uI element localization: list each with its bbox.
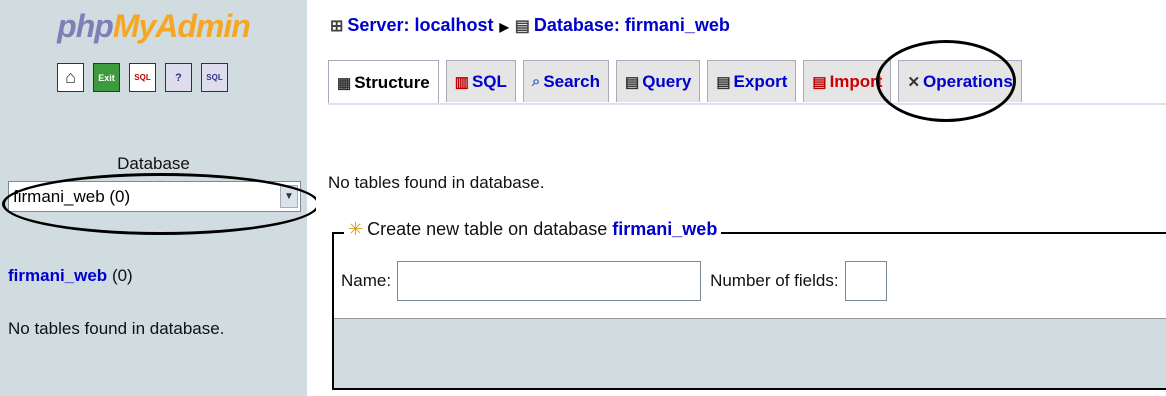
sidebar-iconbar: ⌂ Exit SQL ? SQL: [57, 63, 228, 92]
home-icon[interactable]: ⌂: [57, 63, 84, 92]
tab-operations[interactable]: ✕ Operations: [898, 60, 1022, 102]
import-icon: ▤: [812, 73, 827, 91]
breadcrumb-separator: ▶: [499, 20, 509, 34]
operations-icon: ✕: [907, 73, 921, 91]
number-of-fields-input[interactable]: [844, 261, 887, 301]
search-icon: ⌕: [531, 73, 541, 90]
breadcrumb-server[interactable]: Server: localhost: [347, 15, 493, 35]
tab-sql[interactable]: ▥ SQL: [445, 60, 516, 102]
tab-underline: [328, 103, 1166, 105]
sql-docs-icon[interactable]: SQL: [201, 63, 228, 92]
sidebar-db-count: (0): [111, 266, 133, 285]
tab-import[interactable]: ▤ Import: [803, 60, 892, 102]
phpmyadmin-logo[interactable]: phpMyAdmin: [0, 8, 307, 45]
no-tables-notice: No tables found in database.: [328, 173, 545, 192]
create-table-form: Name: Number of fields:: [334, 246, 1166, 316]
query-icon: ▤: [625, 73, 640, 91]
tab-bar: ▦ Structure ▥ SQL ⌕ Search ▤ Query ▤ Export ▤…: [328, 60, 1022, 104]
number-of-fields-label: Number of fields:: [710, 271, 839, 290]
database-select-value: firmani_web (0): [13, 187, 131, 206]
database-icon: ▤: [514, 18, 530, 35]
sidebar-db-link[interactable]: firmani_web: [8, 266, 107, 285]
chevron-down-icon[interactable]: ▼: [280, 185, 298, 208]
create-table-fieldset: ✳ Create new table on database firmani_we…: [332, 219, 1166, 390]
main-panel: ⊞ Server: localhost ▶ ▤ Database: firmani_we…: [316, 0, 1166, 396]
new-table-icon: ✳: [348, 219, 364, 239]
sidebar-empty-message: No tables found in database.: [8, 319, 225, 338]
tab-structure[interactable]: ▦ Structure: [328, 60, 439, 104]
sidebar-db-entry: firmani_web (0): [8, 266, 133, 286]
help-icon[interactable]: ?: [165, 63, 192, 92]
export-icon: ▤: [716, 73, 731, 91]
tab-query[interactable]: ▤ Query: [616, 60, 701, 102]
sidebar: phpMyAdmin ⌂ Exit SQL ? SQL Database fir…: [0, 0, 307, 396]
tab-search[interactable]: ⌕ Search: [522, 60, 610, 102]
breadcrumb: ⊞ Server: localhost ▶ ▤ Database: firmani_we…: [330, 15, 730, 36]
structure-icon: ▦: [337, 74, 352, 92]
fieldset-footer: [334, 318, 1166, 388]
table-name-input[interactable]: [397, 261, 702, 301]
exit-icon[interactable]: Exit: [93, 63, 120, 92]
sql-icon: ▥: [454, 73, 469, 91]
server-icon: ⊞: [330, 18, 344, 35]
sql-query-icon[interactable]: SQL: [129, 63, 156, 92]
tab-export[interactable]: ▤ Export: [707, 60, 797, 102]
create-table-legend: ✳ Create new table on database firmani_we…: [344, 219, 722, 240]
database-select[interactable]: firmani_web (0) ▼: [8, 181, 301, 212]
name-label: Name:: [341, 271, 392, 290]
legend-db-link[interactable]: firmani_web: [612, 219, 717, 239]
database-label: Database: [117, 154, 190, 173]
breadcrumb-database[interactable]: Database: firmani_web: [534, 15, 730, 35]
